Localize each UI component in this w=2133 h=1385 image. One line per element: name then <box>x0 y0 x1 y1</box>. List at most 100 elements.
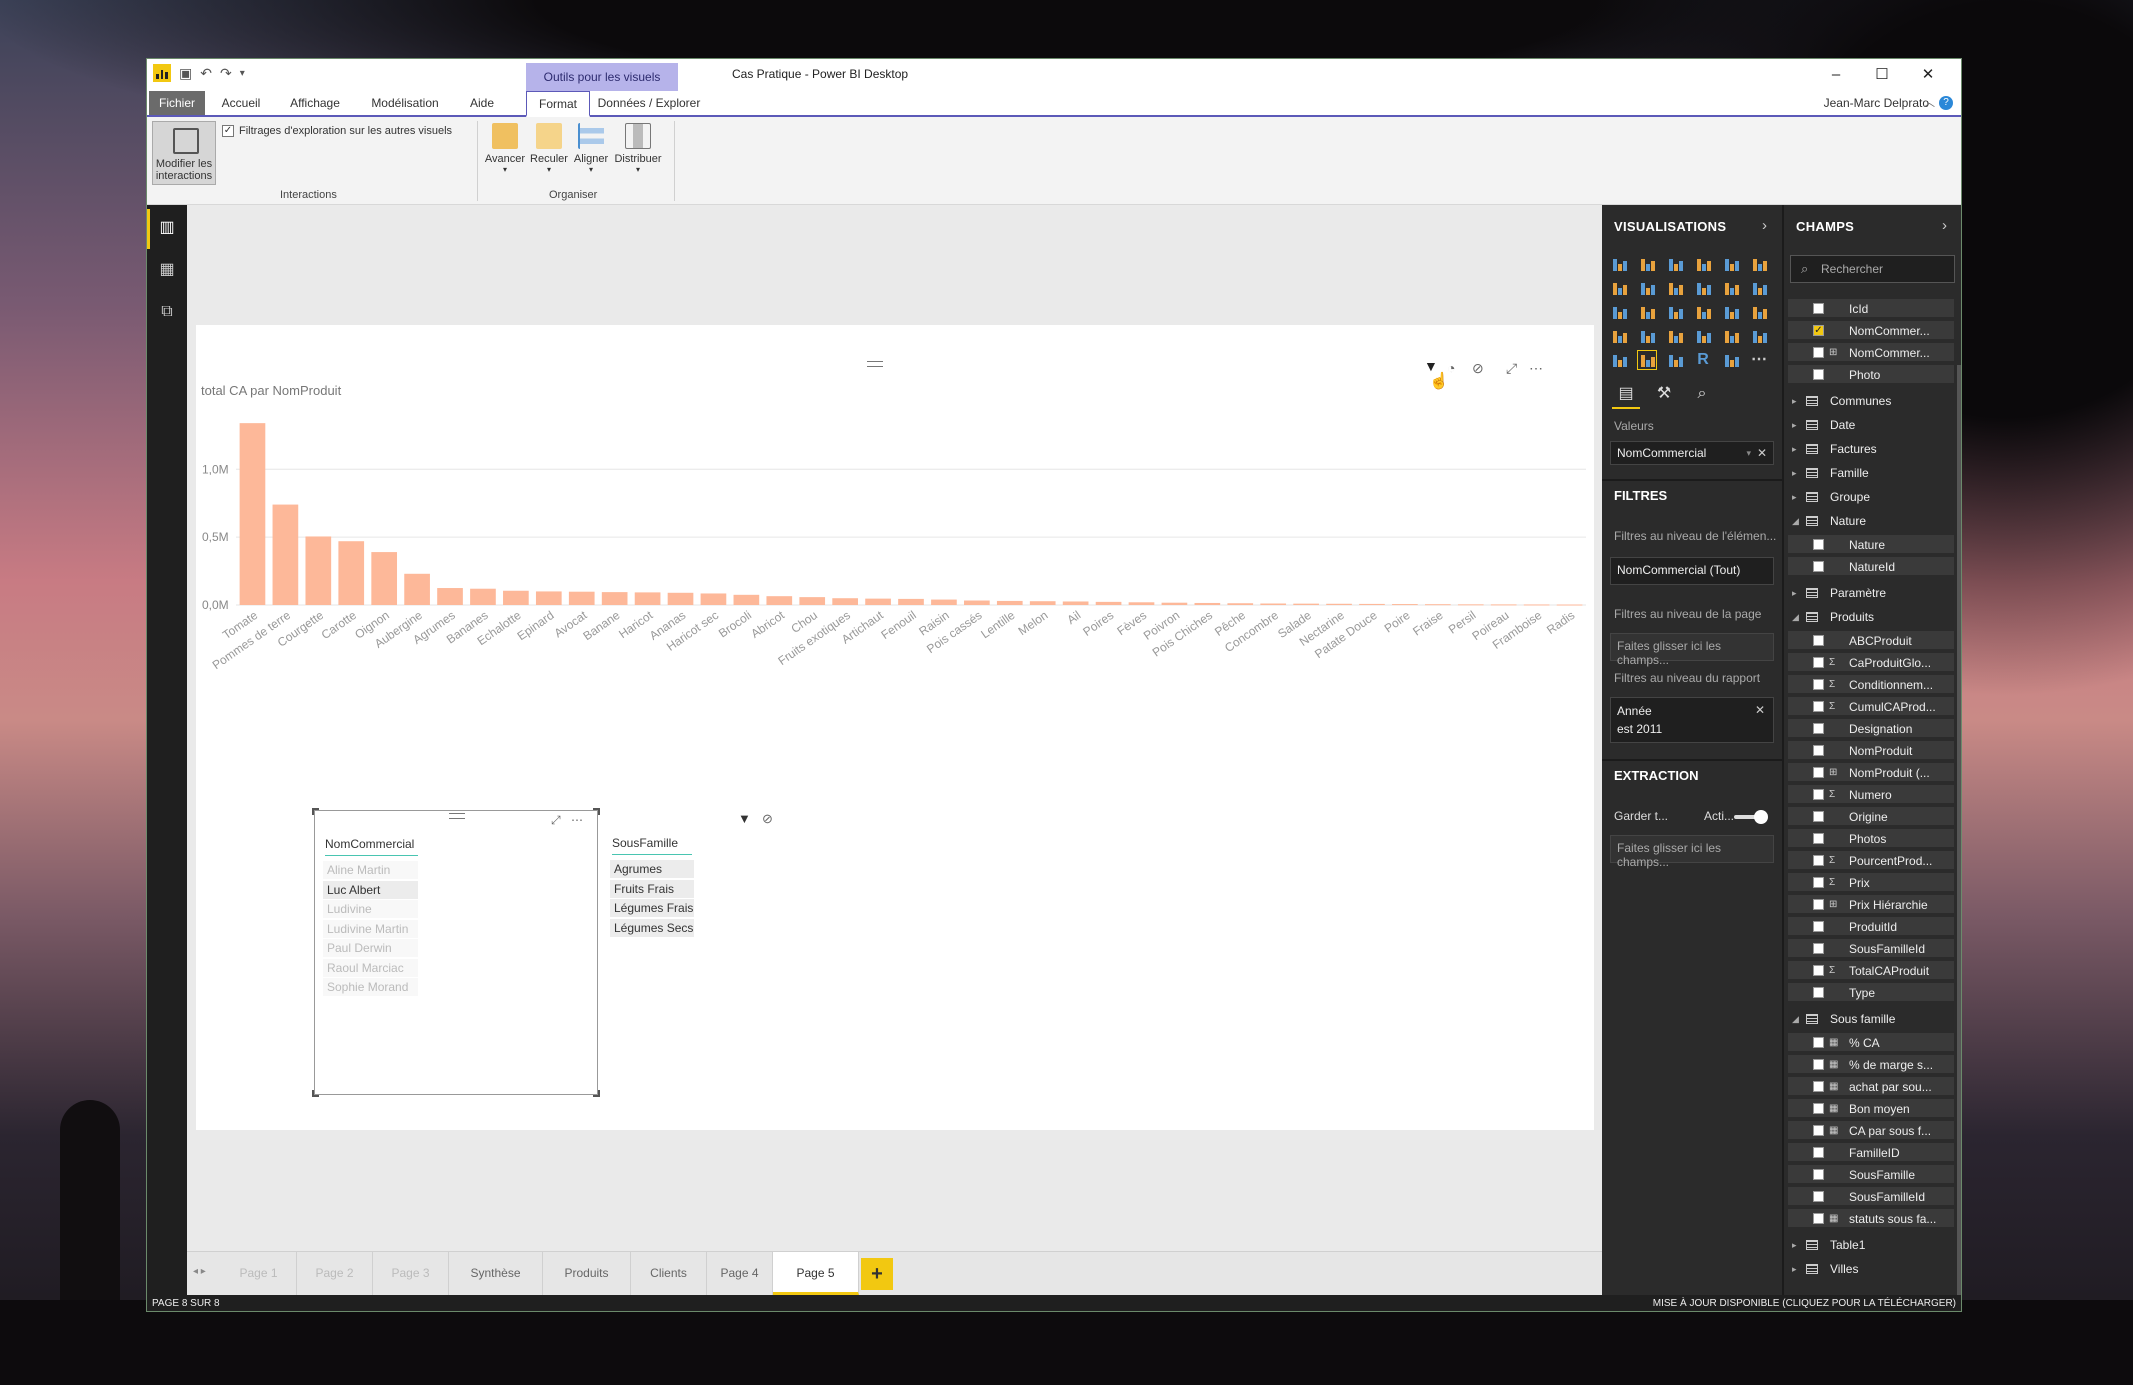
add-page-button[interactable]: + <box>861 1258 893 1290</box>
page-tab[interactable]: Synthèse <box>449 1252 543 1295</box>
bar[interactable] <box>1260 603 1287 605</box>
bar[interactable] <box>700 593 727 605</box>
bar[interactable] <box>272 504 299 605</box>
update-available-link[interactable]: MISE À JOUR DISPONIBLE (CLIQUEZ POUR LA … <box>1653 1295 1956 1311</box>
field-item[interactable]: Σ Prix <box>1788 873 1954 893</box>
filter-interaction-icon[interactable]: ▼ <box>738 812 751 826</box>
field-checkbox[interactable] <box>1813 679 1824 690</box>
bar[interactable] <box>601 592 628 605</box>
report-filter-card[interactable]: Année est 2011 ✕ <box>1610 697 1774 743</box>
bar[interactable] <box>1392 604 1418 606</box>
page-tab[interactable]: Page 1 <box>221 1252 297 1295</box>
bar[interactable] <box>799 597 826 605</box>
field-table[interactable]: ▸ Communes <box>1784 391 1961 411</box>
slicer-item[interactable]: Fruits Frais <box>610 879 694 898</box>
bar[interactable] <box>996 600 1023 605</box>
tab-modelisation[interactable]: Modélisation <box>357 91 453 115</box>
field-table[interactable]: ▸ Paramètre <box>1784 583 1961 603</box>
slicer-nomcommercial[interactable]: ⤢ ⋯ NomCommercial Aline Martin Luc Albert… <box>312 808 600 1097</box>
bar[interactable] <box>931 599 957 605</box>
visual-type-icon[interactable] <box>1750 279 1768 297</box>
visual-type-icon[interactable] <box>1610 327 1628 345</box>
chevron-right-icon[interactable]: ▸ <box>1792 1259 1797 1279</box>
field-checkbox[interactable] <box>1813 701 1824 712</box>
visual-type-icon[interactable] <box>1666 255 1684 273</box>
bar[interactable] <box>1326 603 1352 605</box>
field-item[interactable]: SousFamille <box>1788 1165 1954 1185</box>
field-item[interactable]: ABCProduit <box>1788 631 1954 651</box>
field-item[interactable]: ProduitId <box>1788 917 1954 937</box>
chevron-down-icon[interactable]: ◢ <box>1792 1009 1799 1029</box>
field-item[interactable]: Photos <box>1788 829 1954 849</box>
resize-handle[interactable] <box>593 808 600 815</box>
fields-tab-icon[interactable]: ▤ <box>1612 381 1640 409</box>
field-item[interactable]: Σ CaProduitGlo... <box>1788 653 1954 673</box>
resize-handle[interactable] <box>312 808 319 815</box>
align-button[interactable]: Aligner ▾ <box>569 123 613 174</box>
r-visual-icon[interactable]: R <box>1694 351 1712 369</box>
page-tab[interactable]: Produits <box>543 1252 631 1295</box>
visual-type-icon[interactable] <box>1750 327 1768 345</box>
field-table[interactable]: ▸ Table1 <box>1784 1235 1961 1255</box>
field-checkbox[interactable] <box>1813 1125 1824 1136</box>
field-item[interactable]: ⊞ NomProduit (... <box>1788 763 1954 783</box>
bar[interactable] <box>1029 601 1056 605</box>
focus-mode-icon[interactable]: ⤢ <box>1506 361 1517 375</box>
visual-type-icon[interactable] <box>1610 351 1628 369</box>
bar[interactable] <box>535 591 562 605</box>
bar[interactable] <box>865 598 891 605</box>
field-checkbox[interactable] <box>1813 921 1824 932</box>
bar[interactable] <box>898 598 924 605</box>
field-item[interactable]: Designation <box>1788 719 1954 739</box>
visual-type-icon[interactable] <box>1610 303 1628 321</box>
bar[interactable] <box>634 592 661 605</box>
chevron-down-icon[interactable]: ◢ <box>1792 607 1799 627</box>
field-checkbox[interactable] <box>1813 833 1824 844</box>
tab-donnees-explorer[interactable]: Données / Explorer <box>593 91 705 115</box>
save-icon[interactable]: ▣ <box>179 65 192 82</box>
visual-type-icon[interactable] <box>1694 279 1712 297</box>
bar[interactable] <box>667 592 694 605</box>
chevron-right-icon[interactable]: › <box>1942 217 1947 234</box>
field-checkbox[interactable] <box>1813 1059 1824 1070</box>
distribute-button[interactable]: Distribuer ▾ <box>613 123 663 174</box>
field-item[interactable]: FamilleID <box>1788 1143 1954 1163</box>
help-icon[interactable]: ? <box>1939 96 1953 110</box>
collapse-ribbon-icon[interactable]: ︿ <box>1924 94 1935 110</box>
page-tab[interactable]: Page 4 <box>707 1252 773 1295</box>
values-well[interactable]: NomCommercial ▾ ✕ <box>1610 441 1774 465</box>
field-checkbox[interactable] <box>1813 1037 1824 1048</box>
field-checkbox[interactable] <box>1813 723 1824 734</box>
slicer-item[interactable]: Sophie Morand <box>323 978 418 996</box>
bar[interactable] <box>964 600 990 605</box>
slicer-item[interactable]: Aline Martin <box>323 861 418 879</box>
user-name[interactable]: Jean-Marc Delprato <box>1824 96 1929 110</box>
bar[interactable] <box>503 590 529 605</box>
bar[interactable] <box>1095 601 1122 605</box>
chevron-down-icon[interactable]: ◢ <box>1792 511 1799 531</box>
visual-type-icon[interactable] <box>1610 279 1628 297</box>
field-checkbox[interactable] <box>1813 1169 1824 1180</box>
bar[interactable] <box>338 541 365 605</box>
slicer-item[interactable]: Paul Derwin <box>323 939 418 957</box>
bar[interactable] <box>1128 602 1155 605</box>
chevron-right-icon[interactable]: ▸ <box>1792 583 1797 603</box>
field-checkbox[interactable] <box>1813 965 1824 976</box>
field-checkbox[interactable] <box>1813 987 1824 998</box>
field-checkbox[interactable] <box>1813 767 1824 778</box>
visual-type-icon[interactable] <box>1722 327 1740 345</box>
visual-type-icon[interactable] <box>1666 279 1684 297</box>
visual-type-icon[interactable] <box>1666 327 1684 345</box>
bar[interactable] <box>1062 601 1089 605</box>
drag-handle-icon[interactable] <box>867 361 883 367</box>
customize-qat-icon[interactable]: ▾ <box>240 68 245 79</box>
field-item[interactable]: ▦ % de marge s... <box>1788 1055 1954 1075</box>
bar[interactable] <box>1194 602 1221 605</box>
bar[interactable] <box>1161 602 1188 605</box>
field-item[interactable]: Σ Numero <box>1788 785 1954 805</box>
field-checkbox[interactable]: ✓ <box>1813 325 1824 336</box>
visual-type-icon[interactable] <box>1638 279 1656 297</box>
bar[interactable] <box>1523 604 1550 606</box>
page-filter-dropzone[interactable]: Faites glisser ici les champs... <box>1610 633 1774 667</box>
field-checkbox[interactable] <box>1813 899 1824 910</box>
